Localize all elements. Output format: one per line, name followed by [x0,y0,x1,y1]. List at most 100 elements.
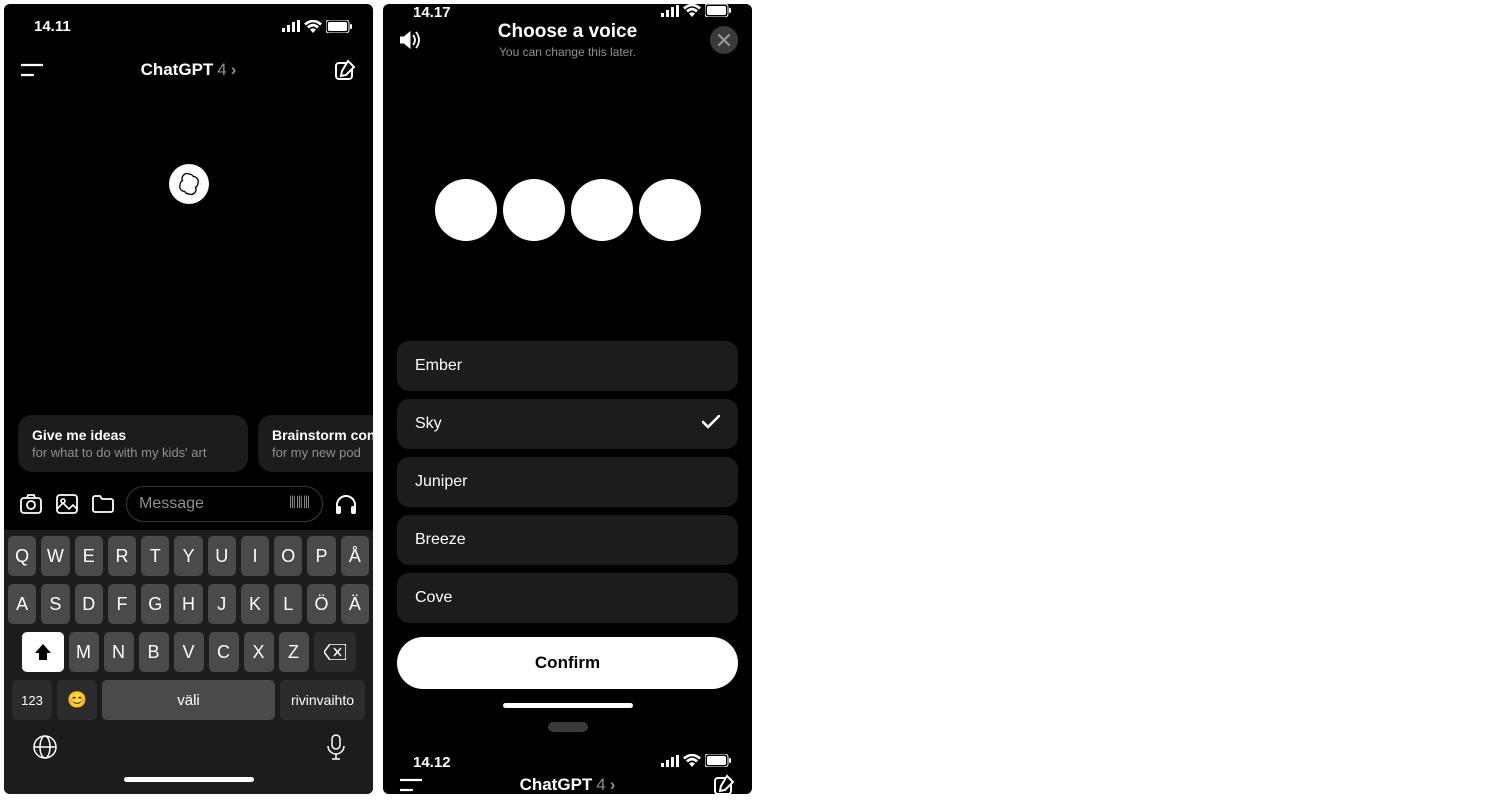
input-placeholder: Message [139,495,204,513]
logo-area [4,4,373,415]
key-u[interactable]: U [208,536,236,576]
input-toolbar: Message ⦀⦀⦀ [4,482,373,530]
voice-header: Choose a voice You can change this later… [383,21,752,59]
screen-1-home: 14.11 ChatGPT 4 › Give me ideas for what… [4,4,373,794]
close-button[interactable] [710,26,738,54]
key-a[interactable]: A [8,584,36,624]
keyboard-row-4: 123 😊 väli rivinvaihto [8,680,369,720]
voice-title-block: Choose a voice You can change this later… [425,21,710,59]
dot-icon [571,179,633,241]
status-time: 14.12 [413,754,451,771]
headphones-icon[interactable] [333,491,359,517]
delete-key[interactable] [314,632,356,672]
keyboard[interactable]: QWERTYUIOPÅ ASDFGHJKLÖÄ MNBVCXZ 123 😊 vä… [4,530,373,794]
suggestion-row: Give me ideas for what to do with my kid… [4,415,373,482]
status-time: 14.17 [413,4,451,21]
key-n[interactable]: N [104,632,134,672]
home-indicator[interactable] [503,703,633,708]
key-y[interactable]: Y [174,536,202,576]
status-indicators [661,754,732,771]
key-f[interactable]: F [108,584,136,624]
key-t[interactable]: T [141,536,169,576]
dynamic-island [383,722,752,732]
voice-visual-dots [383,179,752,241]
wifi-icon [683,754,701,771]
key-o[interactable]: O [274,536,302,576]
wifi-icon [683,4,701,21]
key-i[interactable]: I [241,536,269,576]
key-j[interactable]: J [208,584,236,624]
key-b[interactable]: B [139,632,169,672]
screen-3-voice-active: Hold for manual control [383,714,752,754]
voice-name: Ember [415,357,462,375]
speaker-icon[interactable] [397,26,425,54]
numbers-key[interactable]: 123 [12,680,52,720]
suggestion-title: Brainstorm con [272,427,373,443]
key-s[interactable]: S [41,584,69,624]
key-p[interactable]: P [307,536,335,576]
voice-option-cove[interactable]: Cove [397,573,738,623]
key-e[interactable]: E [75,536,103,576]
shift-key[interactable] [22,632,64,672]
suggestion-subtitle: for my new pod [272,445,373,460]
checkmark-icon [702,415,720,434]
voice-name: Breeze [415,531,466,549]
key-v[interactable]: V [174,632,204,672]
key-m[interactable]: M [69,632,99,672]
key-d[interactable]: D [75,584,103,624]
chevron-right-icon: › [610,775,616,794]
key-k[interactable]: K [241,584,269,624]
status-indicators [661,4,732,21]
app-title: ChatGPT [520,775,593,794]
key-ö[interactable]: Ö [307,584,335,624]
key-å[interactable]: Å [341,536,369,576]
cellular-icon [661,4,679,21]
key-q[interactable]: Q [8,536,36,576]
header-title[interactable]: ChatGPT 4 › [520,775,616,794]
compose-button[interactable] [710,771,738,794]
suggestion-card[interactable]: Give me ideas for what to do with my kid… [18,415,248,472]
key-c[interactable]: C [209,632,239,672]
key-z[interactable]: Z [279,632,309,672]
dot-icon [503,179,565,241]
dot-icon [639,179,701,241]
emoji-key[interactable]: 😊 [57,680,97,720]
screen-2-choose-voice: 14.17 Choose a voice You can change this… [383,4,752,794]
app-header: ChatGPT 4 › [383,771,752,794]
key-r[interactable]: R [108,536,136,576]
page-title: Choose a voice [425,21,710,43]
status-bar: 14.12 [383,754,752,771]
cellular-icon [661,754,679,771]
battery-icon [705,4,732,21]
home-indicator[interactable] [124,777,254,782]
page-subtitle: You can change this later. [425,45,710,59]
voice-name: Sky [415,415,442,433]
key-w[interactable]: W [41,536,69,576]
island-pill [548,722,588,732]
waveform-icon[interactable]: ⦀⦀⦀ [289,495,310,513]
space-key[interactable]: väli [102,680,275,720]
key-h[interactable]: H [174,584,202,624]
dictation-icon[interactable] [327,734,345,765]
return-key[interactable]: rivinvaihto [280,680,365,720]
suggestion-card[interactable]: Brainstorm con for my new pod [258,415,373,472]
menu-button[interactable] [397,771,425,794]
keyboard-row-2: ASDFGHJKLÖÄ [8,584,369,624]
globe-icon[interactable] [32,734,58,765]
voice-option-sky[interactable]: Sky [397,399,738,449]
confirm-button[interactable]: Confirm [397,637,738,689]
key-g[interactable]: G [141,584,169,624]
image-icon[interactable] [54,491,80,517]
suggestion-title: Give me ideas [32,427,234,443]
message-input[interactable]: Message ⦀⦀⦀ [126,486,323,522]
voice-option-breeze[interactable]: Breeze [397,515,738,565]
voice-option-juniper[interactable]: Juniper [397,457,738,507]
voice-option-ember[interactable]: Ember [397,341,738,391]
key-l[interactable]: L [274,584,302,624]
battery-icon [705,754,732,771]
key-ä[interactable]: Ä [341,584,369,624]
camera-icon[interactable] [18,491,44,517]
key-x[interactable]: X [244,632,274,672]
openai-logo [169,164,209,204]
folder-icon[interactable] [90,491,116,517]
